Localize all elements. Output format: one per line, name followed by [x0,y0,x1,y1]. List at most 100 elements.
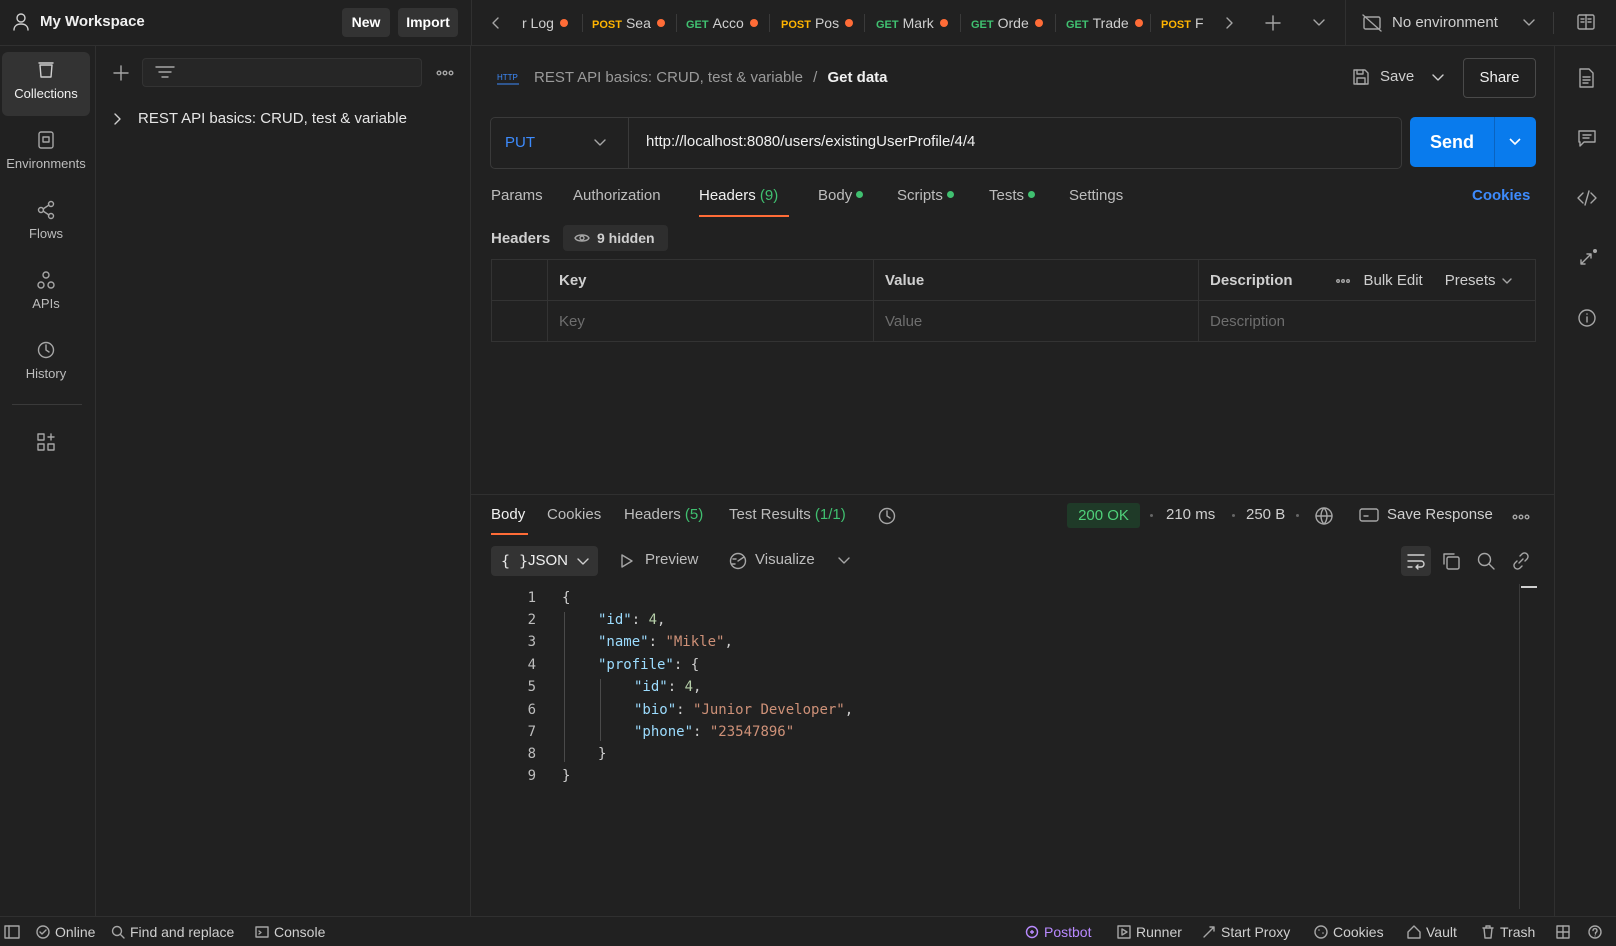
chevron-left-icon[interactable] [491,16,501,30]
workspace-title[interactable]: My Workspace [40,13,145,30]
rail-apis[interactable]: APIs [2,262,90,326]
response-tab-cookies[interactable]: Cookies [547,506,601,523]
json-key: "name" [598,634,649,650]
key-input[interactable]: Key [547,300,874,342]
breadcrumb-collection[interactable]: REST API basics: CRUD, test & variable [534,69,803,86]
rail-flows[interactable]: Flows [2,192,90,256]
tab-name: F [1194,15,1204,31]
response-tab-headers[interactable]: Headers (5) [624,506,703,523]
more-options-icon[interactable] [1335,278,1350,283]
related-collections-icon[interactable] [1577,248,1599,268]
json-key: "phone" [634,724,694,740]
collection-item[interactable]: REST API basics: CRUD, test & variable [112,106,457,132]
plus-icon[interactable] [1264,14,1282,32]
link-icon[interactable] [1511,551,1531,571]
tab-tests[interactable]: Tests [989,187,1036,204]
globe-icon[interactable] [1314,506,1334,526]
chevron-right-icon[interactable] [1224,16,1234,30]
console-button[interactable]: Console [255,924,325,940]
new-button[interactable]: New [342,8,390,37]
search-icon[interactable] [1476,551,1496,571]
breadcrumb-separator: / [813,69,818,86]
more-options-icon[interactable] [436,70,454,76]
toggle-sidebar-icon[interactable] [4,924,25,940]
info-icon[interactable] [1577,308,1597,328]
tab-settings[interactable]: Settings [1069,187,1123,204]
send-button[interactable]: Send [1410,117,1494,167]
status-badge[interactable]: 200 OK [1067,503,1140,528]
visualize-button[interactable]: Visualize [728,550,848,572]
tab-headers[interactable]: Headers (9) [699,187,778,204]
response-tab-body[interactable]: Body [491,506,525,523]
url-input[interactable]: http://localhost:8080/users/existingUser… [646,133,975,150]
response-size[interactable]: 250 B [1246,506,1285,523]
bulk-edit-button[interactable]: Bulk Edit [1364,272,1423,289]
save-response-icon [1359,507,1379,523]
separator-dot [1232,514,1235,517]
wrap-lines-button[interactable] [1401,546,1431,576]
import-button[interactable]: Import [398,8,458,37]
request-name[interactable]: Get data [828,69,888,86]
more-options-icon[interactable] [1512,514,1530,520]
rail-environments[interactable]: Environments [2,122,90,186]
response-history-icon[interactable] [877,506,897,526]
request-tab[interactable]: POST F [1161,0,1219,46]
code-snippet-icon[interactable] [1576,188,1598,208]
brace: } [598,746,607,762]
workspace-settings-icon[interactable] [1576,12,1596,32]
help-icon[interactable] [1588,924,1607,940]
request-tab[interactable]: GET Trade [1066,0,1156,46]
pane-divider[interactable] [471,494,1554,495]
tab-body[interactable]: Body [818,187,864,204]
rail-history[interactable]: History [2,332,90,396]
method-select[interactable]: PUT [491,118,629,168]
hidden-count: 9 hidden [597,230,655,246]
request-tab[interactable]: GET Orde [971,0,1059,46]
vault-button[interactable]: Vault [1407,924,1457,940]
start-proxy-button[interactable]: Start Proxy [1202,924,1290,940]
tab-scripts[interactable]: Scripts [897,187,954,204]
description-input[interactable]: Description [1198,300,1536,342]
tab-authorization[interactable]: Authorization [573,187,661,204]
chevron-down-icon[interactable] [837,556,851,566]
response-time[interactable]: 210 ms [1166,506,1215,523]
trash-button[interactable]: Trash [1481,924,1535,940]
save-response-button[interactable]: Save Response [1359,505,1519,527]
save-options-chevron-icon[interactable] [1431,73,1445,83]
runner-button[interactable]: Runner [1117,924,1182,940]
hidden-headers-toggle[interactable]: 9 hidden [563,225,668,251]
layout-icon[interactable] [1556,924,1575,940]
copy-icon[interactable] [1441,551,1461,571]
minimap-marker[interactable] [1521,586,1537,588]
line-number: 8 [527,746,536,762]
preview-button[interactable]: Preview [620,550,716,572]
documentation-icon[interactable] [1577,68,1595,88]
find-replace-button[interactable]: Find and replace [111,924,234,940]
rail-collections[interactable]: Collections [2,52,90,116]
request-tab[interactable]: POST Sea [592,0,680,46]
tab-params[interactable]: Params [491,187,543,204]
online-status[interactable]: Online [36,924,95,940]
chevron-down-icon[interactable] [1312,18,1326,28]
request-tab[interactable]: GET Acco [686,0,770,46]
configure-sidebar-icon[interactable] [36,432,56,452]
cookies-button[interactable]: Cookies [1314,924,1384,940]
cookies-link[interactable]: Cookies [1472,187,1530,204]
presets-button[interactable]: Presets [1445,272,1496,289]
send-options-chevron-icon[interactable] [1508,137,1522,147]
response-body-editor[interactable]: 1 2 3 4 5 6 7 8 9 { "id": 4, "name": "Mi… [471,584,1537,909]
format-select[interactable]: { } JSON [491,546,598,576]
share-button[interactable]: Share [1463,58,1536,98]
response-tab-test-results-count: (1/1) [814,506,846,523]
user-icon[interactable] [12,12,30,32]
plus-icon[interactable] [112,64,130,82]
value-input[interactable]: Value [873,300,1199,342]
comments-icon[interactable] [1577,128,1597,148]
response-tab-test-results[interactable]: Test Results (1/1) [729,506,846,523]
search-input[interactable] [142,58,422,87]
scrollbar-track[interactable] [1519,584,1520,909]
filter-icon[interactable] [155,65,175,81]
request-tab[interactable]: GET Mark [876,0,962,46]
request-tab[interactable]: POST Pos [781,0,871,46]
postbot-button[interactable]: Postbot [1025,924,1091,940]
